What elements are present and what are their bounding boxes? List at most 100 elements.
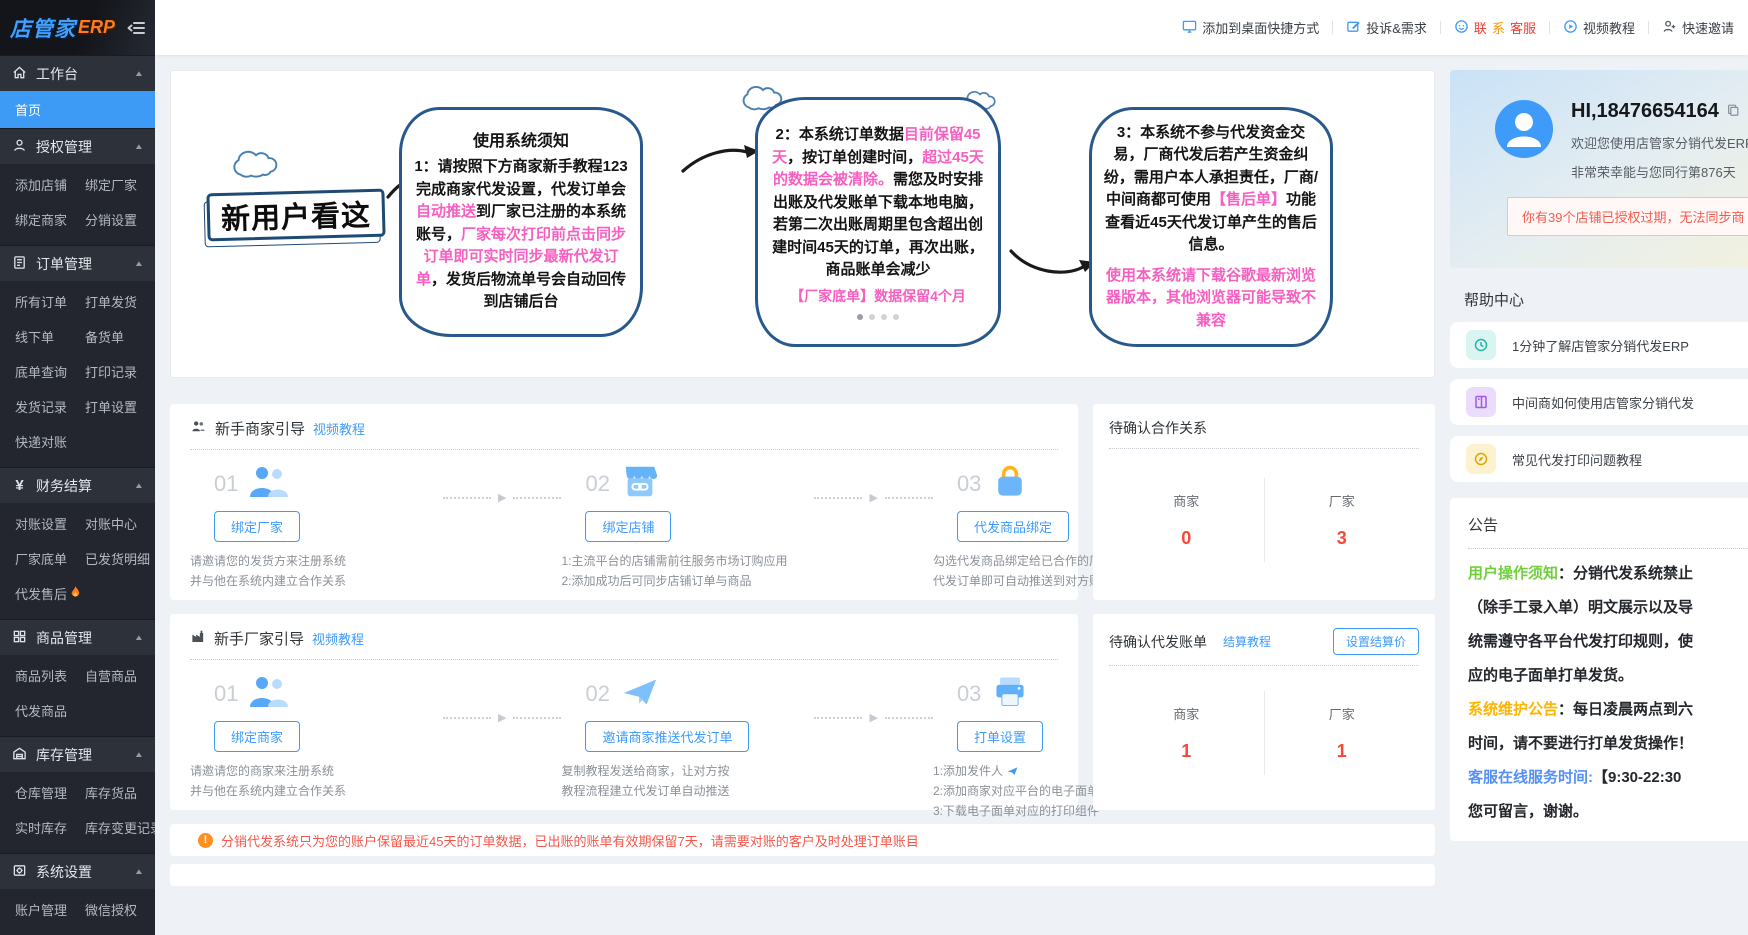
link-label: 快速邀请	[1682, 18, 1734, 37]
compass-icon	[1466, 444, 1496, 474]
goods-bind-button[interactable]: 代发商品绑定	[957, 511, 1069, 542]
chevron-up-icon: ▲	[134, 750, 144, 759]
chevron-up-icon: ▲	[134, 142, 144, 151]
copy-icon[interactable]	[1726, 100, 1740, 123]
sidebar-section-orders[interactable]: 订单管理 ▲	[0, 245, 155, 281]
sidebar-item[interactable]: 微信授权	[85, 892, 155, 927]
video-tutorial-link[interactable]: 视频教程	[312, 629, 364, 648]
topbar: 添加到桌面快捷方式 投诉&需求 联 系 客服 视频教程 快速邀请	[155, 0, 1748, 55]
sidebar-item[interactable]: 库存变更记录	[85, 810, 155, 845]
sidebar-item[interactable]: 对账设置	[15, 506, 85, 541]
set-settlement-price-button[interactable]: 设置结算价	[1333, 628, 1419, 655]
settlement-tutorial-link[interactable]: 结算教程	[1223, 633, 1271, 650]
add-desktop-shortcut-link[interactable]: 添加到桌面快捷方式	[1182, 18, 1319, 37]
sidebar-section-stock[interactable]: 库存管理 ▲	[0, 736, 155, 772]
sidebar-item[interactable]: 备货单	[85, 319, 155, 354]
app-logo: 店管家 ERP	[0, 0, 155, 55]
carousel-dot[interactable]	[857, 314, 863, 320]
step-number: 01	[214, 471, 238, 497]
link-label: 投诉&需求	[1366, 18, 1427, 37]
desktop-icon	[1182, 19, 1197, 37]
collapse-sidebar-icon[interactable]	[127, 21, 145, 35]
print-settings-button[interactable]: 打单设置	[957, 721, 1043, 752]
video-tutorial-link[interactable]: 视频教程	[1563, 18, 1635, 37]
section-label: 工作台	[36, 64, 78, 84]
help-item-label: 常见代发打印问题教程	[1512, 450, 1642, 469]
guide-step: 01 绑定厂家 请邀请您的发货方来注册系统 并与他在系统内建立合作关系	[190, 464, 443, 592]
paper-plane-icon	[620, 674, 660, 715]
sidebar-item[interactable]: 商品列表	[15, 658, 85, 693]
sidebar-item[interactable]: 已发货明细	[85, 541, 155, 576]
arrow-doodle-icon	[679, 141, 764, 177]
sidebar-item[interactable]: 打单发货	[85, 284, 155, 319]
bind-shop-icon	[620, 463, 660, 506]
bind-merchant-button[interactable]: 绑定商家	[214, 721, 300, 752]
link-label: 添加到桌面快捷方式	[1202, 18, 1319, 37]
sidebar-item[interactable]: 自营商品	[85, 658, 155, 693]
sidebar-item[interactable]: 实时库存	[15, 810, 85, 845]
invite-push-orders-button[interactable]: 邀请商家推送代发订单	[585, 721, 749, 752]
step-number: 02	[585, 681, 609, 707]
sidebar-section-workbench[interactable]: 工作台 ▲	[0, 55, 155, 91]
sidebar-section-system[interactable]: 系统设置 ▲	[0, 853, 155, 889]
carousel-dot[interactable]	[869, 314, 875, 320]
feedback-link[interactable]: 投诉&需求	[1346, 18, 1427, 37]
sidebar-item-aftersale[interactable]: 代发售后	[15, 576, 85, 611]
factory-count: 厂家 1	[1265, 704, 1420, 762]
guide-step: 02 绑定店铺 1:主流平台的店铺需前往服务市场订购应用 2:添加成功后可同步店…	[561, 464, 814, 592]
sidebar-item-home[interactable]: 首页	[0, 91, 155, 128]
sidebar-item[interactable]: 仓库管理	[15, 775, 85, 810]
grid-icon	[12, 629, 27, 647]
factory-guide-card: 新手厂家引导 视频教程 01 绑定商家 请邀请您的商家来注册系统 并与他在系统内…	[170, 614, 1078, 810]
sidebar-item[interactable]: 库存货品	[85, 775, 155, 810]
sidebar-item[interactable]: 绑定厂家	[85, 167, 155, 202]
section-label: 系统设置	[36, 862, 92, 882]
sidebar-item[interactable]: 绑定商家	[15, 202, 85, 237]
bind-factory-button[interactable]: 绑定厂家	[214, 511, 300, 542]
bind-shop-button[interactable]: 绑定店铺	[585, 511, 671, 542]
system-items: 账户管理 微信授权	[0, 889, 155, 935]
user-card: HI,18476654164 欢迎您使用店管家分销代发ERP 非常荣幸能与您同行…	[1450, 70, 1748, 268]
step-description: 复制教程发送给商家，让对方按 教程流程建立代发订单自动推送	[561, 762, 814, 802]
sidebar-item[interactable]: 所有订单	[15, 284, 85, 319]
step-description: 1:主流平台的店铺需前往服务市场订购应用 2:添加成功后可同步店铺订单与商品	[561, 552, 814, 592]
retention-note: 【厂家底单】数据保留4个月	[768, 286, 988, 307]
announcement-line: 您可留言，谢谢。	[1468, 795, 1748, 829]
help-item-print-faq[interactable]: 常见代发打印问题教程	[1450, 436, 1748, 482]
link-label: 系	[1492, 18, 1505, 37]
video-tutorial-link[interactable]: 视频教程	[313, 419, 365, 438]
link-label: 视频教程	[1583, 18, 1635, 37]
sidebar-item[interactable]: 分销设置	[85, 202, 155, 237]
step-description: 请邀请您的发货方来注册系统 并与他在系统内建立合作关系	[190, 552, 443, 592]
help-item-middleman[interactable]: 中间商如何使用店管家分销代发	[1450, 379, 1748, 425]
sidebar-item[interactable]: 账户管理	[15, 892, 85, 927]
notice-bubble-2: 2：本系统订单数据目前保留45天，按订单创建时间，超过45天的数据会被清除。需您…	[755, 97, 1001, 347]
avatar	[1495, 100, 1553, 158]
help-item-label: 中间商如何使用店管家分销代发	[1512, 393, 1694, 412]
sidebar-item[interactable]: 添加店铺	[15, 167, 85, 202]
sidebar-item[interactable]: 发货记录	[15, 389, 85, 424]
sidebar-item[interactable]: 快递对账	[15, 424, 85, 459]
quick-invite-link[interactable]: 快速邀请	[1662, 18, 1734, 37]
order-items: 所有订单 打单发货 线下单 备货单 底单查询 打印记录 发货记录 打单设置 快递…	[0, 281, 155, 467]
arrow-doodle-icon	[1007, 243, 1102, 285]
sidebar-item[interactable]: 代发商品	[15, 693, 85, 728]
sidebar-section-goods[interactable]: 商品管理 ▲	[0, 619, 155, 655]
carousel-dot[interactable]	[893, 314, 899, 320]
sidebar-item[interactable]: 厂家底单	[15, 541, 85, 576]
sidebar-item[interactable]: 对账中心	[85, 506, 155, 541]
new-user-banner: 新用户看这 使用系统须知 1：请按照下方商家新手教程123完成商家代发设置，代发…	[170, 70, 1435, 378]
sidebar-item[interactable]: 打印记录	[85, 354, 155, 389]
carousel-dot[interactable]	[881, 314, 887, 320]
sidebar-item[interactable]: 打单设置	[85, 389, 155, 424]
user-greeting: HI,18476654164	[1571, 100, 1719, 123]
pending-bills-panel: 待确认代发账单 结算教程 设置结算价 商家 1 厂家 1	[1093, 614, 1435, 810]
sidebar-item[interactable]: 线下单	[15, 319, 85, 354]
sidebar-section-finance[interactable]: ¥ 财务结算 ▲	[0, 467, 155, 503]
sidebar-item[interactable]: 底单查询	[15, 354, 85, 389]
section-label: 库存管理	[36, 745, 92, 765]
help-item-intro[interactable]: 1分钟了解店管家分销代发ERP	[1450, 322, 1748, 368]
shop-auth-expired-alert[interactable]: 你有39个店铺已授权过期，无法同步商	[1507, 197, 1748, 236]
contact-service-link[interactable]: 联 系 客服	[1454, 18, 1536, 37]
sidebar-section-auth[interactable]: 授权管理 ▲	[0, 128, 155, 164]
